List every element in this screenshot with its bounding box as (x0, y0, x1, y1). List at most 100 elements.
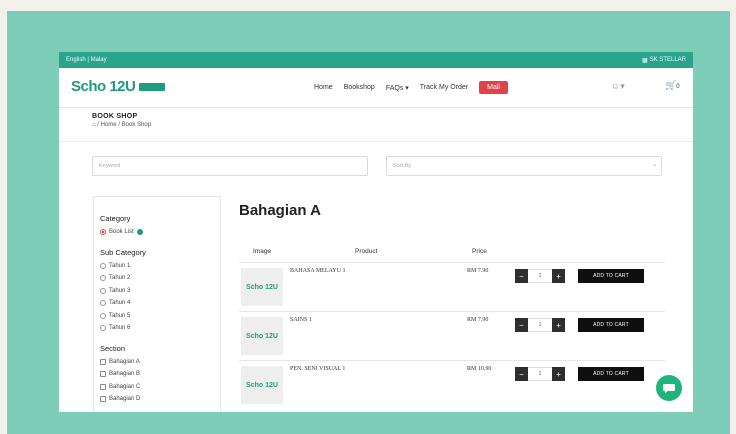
decrement-button[interactable]: − (515, 269, 528, 283)
increment-button[interactable]: + (552, 269, 565, 283)
divider (59, 141, 693, 142)
chat-bubble-icon (663, 384, 675, 393)
radio-button[interactable] (100, 262, 106, 269)
user-icon[interactable]: ☺▾ (611, 81, 625, 92)
radio-button[interactable] (100, 312, 106, 319)
product-thumbnail[interactable]: Scho 12U (241, 366, 283, 404)
column-image: Image (253, 248, 272, 255)
add-to-cart-button[interactable]: ADD TO CART (578, 269, 644, 283)
table-row: Scho 12U PEN. SENI VISUAL 1 RM 10.90 − 1… (239, 360, 665, 406)
filter-sidebar: Category Book List Sub Category Tahun 1 … (93, 196, 221, 412)
increment-button[interactable]: + (552, 318, 565, 332)
breadcrumb-current: Book Shop (121, 122, 152, 128)
logo-text: Scho 12U (71, 78, 136, 95)
subcategory-option[interactable]: Tahun 2 (100, 272, 214, 285)
section-title: Bahagian A (239, 202, 321, 219)
subcategory-label: Tahun 4 (109, 300, 131, 307)
checkbox[interactable] (100, 396, 106, 403)
chevron-down-icon: ⌄ (652, 162, 657, 168)
top-bar: English | Malay ▦ SK STELLAR (59, 52, 693, 68)
sort-by-label: Sort By (393, 163, 412, 169)
breadcrumb-separator: / (97, 122, 99, 128)
radio-button[interactable] (100, 325, 106, 332)
add-to-cart-button[interactable]: ADD TO CART (578, 367, 644, 381)
page-title: BOOK SHOP (92, 113, 138, 120)
section-label: Bahagian A (109, 358, 140, 365)
section-label: Bahagian B (109, 371, 141, 378)
building-icon: ▦ (641, 57, 648, 64)
nav-links: Home Bookshop FAQs ▾ Track My Order Mall (314, 81, 508, 94)
subcategory-option[interactable]: Tahun 6 (100, 322, 214, 335)
school-label: ▦ SK STELLAR (642, 57, 686, 64)
nav-home[interactable]: Home (314, 84, 333, 91)
page-header: BOOK SHOP ⌂ / Home / Book Shop (92, 113, 151, 128)
decrement-button[interactable]: − (515, 367, 528, 381)
language-switcher[interactable]: English | Malay (66, 57, 107, 63)
product-price: RM 7.90 (467, 317, 489, 323)
keyword-search-input[interactable]: Keyword (92, 156, 368, 176)
product-name[interactable]: BAHASA MELAYU 1 (290, 268, 345, 274)
nav-mall-button[interactable]: Mall (479, 81, 508, 94)
nav-faqs[interactable]: FAQs ▾ (386, 84, 409, 92)
quantity-stepper: − 1 + (515, 269, 565, 283)
quantity-stepper: − 1 + (515, 318, 565, 332)
product-name[interactable]: SAINS 1 (290, 317, 312, 323)
section-label: Bahagian C (109, 383, 141, 390)
checkbox[interactable] (100, 371, 106, 378)
subcategory-label: Tahun 2 (109, 275, 131, 282)
add-to-cart-button[interactable]: ADD TO CART (578, 318, 644, 332)
subcategory-label: Tahun 1 (109, 262, 131, 269)
browser-page: English | Malay ▦ SK STELLAR Scho 12U Ho… (59, 52, 693, 412)
quantity-input[interactable]: 1 (528, 269, 552, 283)
home-icon[interactable]: ⌂ (92, 122, 96, 128)
product-thumbnail[interactable]: Scho 12U (241, 268, 283, 306)
checkbox[interactable] (100, 383, 106, 390)
table-row: Scho 12U SAINS 1 RM 7.90 − 1 + ADD TO CA… (239, 311, 665, 357)
product-price: RM 10.90 (467, 366, 492, 372)
breadcrumb-separator: / (118, 122, 120, 128)
sort-by-select[interactable]: Sort By ⌄ (386, 156, 662, 176)
subcategory-option[interactable]: Tahun 1 (100, 260, 214, 273)
product-name[interactable]: PEN. SENI VISUAL 1 (290, 366, 345, 372)
subcategory-option[interactable]: Tahun 4 (100, 297, 214, 310)
category-heading: Category (100, 214, 131, 223)
subcategory-label: Tahun 6 (109, 325, 131, 332)
category-label: Book List (109, 229, 134, 236)
radio-button[interactable] (100, 275, 106, 282)
section-option[interactable]: Bahagian A (100, 356, 214, 369)
product-thumbnail[interactable]: Scho 12U (241, 317, 283, 355)
check-circle-icon (136, 229, 143, 236)
subcategory-option[interactable]: Tahun 5 (100, 310, 214, 323)
subcategory-heading: Sub Category (100, 247, 146, 257)
subcategory-label: Tahun 3 (109, 287, 131, 294)
quantity-input[interactable]: 1 (528, 318, 552, 332)
product-price: RM 7.90 (467, 268, 489, 274)
section-option[interactable]: Bahagian C (100, 381, 214, 394)
decrement-button[interactable]: − (515, 318, 528, 332)
cart-icon[interactable]: 🛒0 (665, 80, 680, 91)
increment-button[interactable]: + (552, 367, 565, 381)
quantity-input[interactable]: 1 (528, 367, 552, 381)
section-heading: Section (100, 343, 126, 353)
checkbox[interactable] (100, 358, 106, 365)
section-option[interactable]: Bahagian D (100, 393, 214, 406)
column-product: Product (355, 248, 378, 255)
section-option[interactable]: Bahagian B (100, 368, 214, 381)
radio-selected[interactable] (100, 229, 106, 236)
product-table-header: Image Product Price (239, 248, 665, 262)
main-navbar: Scho 12U Home Bookshop FAQs ▾ Track My O… (59, 68, 693, 108)
radio-button[interactable] (100, 287, 106, 294)
radio-button[interactable] (100, 300, 106, 307)
cart-count: 0 (676, 84, 680, 90)
breadcrumb-home[interactable]: Home (101, 122, 117, 128)
category-book-list[interactable]: Book List (100, 226, 214, 239)
subcategory-option[interactable]: Tahun 3 (100, 285, 214, 298)
subcategory-label: Tahun 5 (109, 312, 131, 319)
table-row: Scho 12U BAHASA MELAYU 1 RM 7.90 − 1 + A… (239, 262, 665, 308)
nav-track-order[interactable]: Track My Order (420, 84, 468, 91)
nav-bookshop[interactable]: Bookshop (344, 84, 375, 91)
quantity-stepper: − 1 + (515, 367, 565, 381)
breadcrumb: ⌂ / Home / Book Shop (92, 122, 151, 128)
chat-button[interactable] (656, 375, 682, 401)
site-logo[interactable]: Scho 12U (71, 78, 166, 95)
